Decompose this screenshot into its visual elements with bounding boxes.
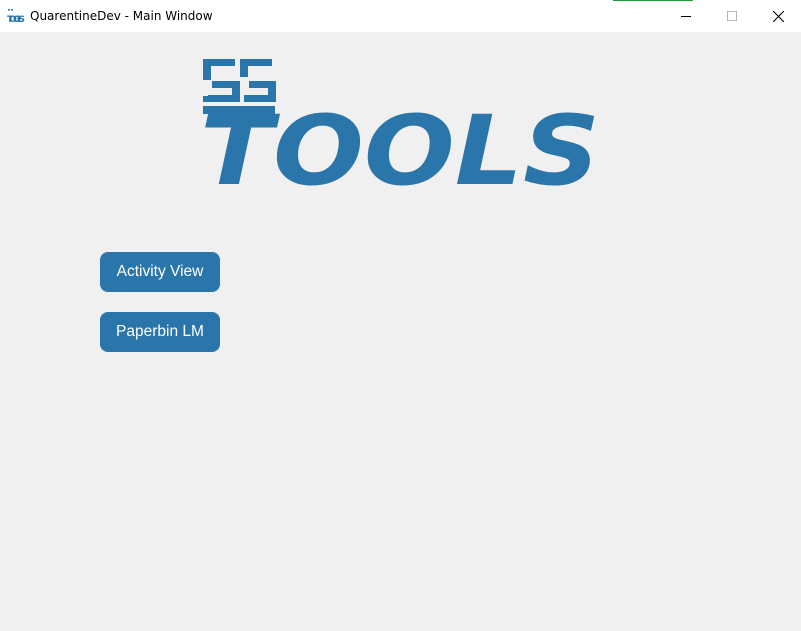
svg-text:TOOLS: TOOLS <box>7 15 25 24</box>
close-icon <box>772 10 784 22</box>
logo-tools-text: TOOLS <box>200 95 600 188</box>
close-button[interactable] <box>755 0 801 32</box>
minimize-button[interactable] <box>663 0 709 32</box>
activity-view-button[interactable]: Activity View <box>100 252 220 292</box>
app-icon: TOOLS <box>7 9 25 24</box>
ss-tools-logo: TOOLS <box>200 59 600 188</box>
minimize-icon <box>681 16 691 17</box>
main-window: TOOLS QuarentineDev - Main Window TOOLS … <box>0 0 801 631</box>
title-bar[interactable]: TOOLS QuarentineDev - Main Window <box>0 0 801 32</box>
paperbin-lm-button[interactable]: Paperbin LM <box>100 312 220 352</box>
maximize-icon <box>727 11 737 21</box>
maximize-button[interactable] <box>709 0 755 32</box>
window-title: QuarentineDev - Main Window <box>30 9 213 23</box>
